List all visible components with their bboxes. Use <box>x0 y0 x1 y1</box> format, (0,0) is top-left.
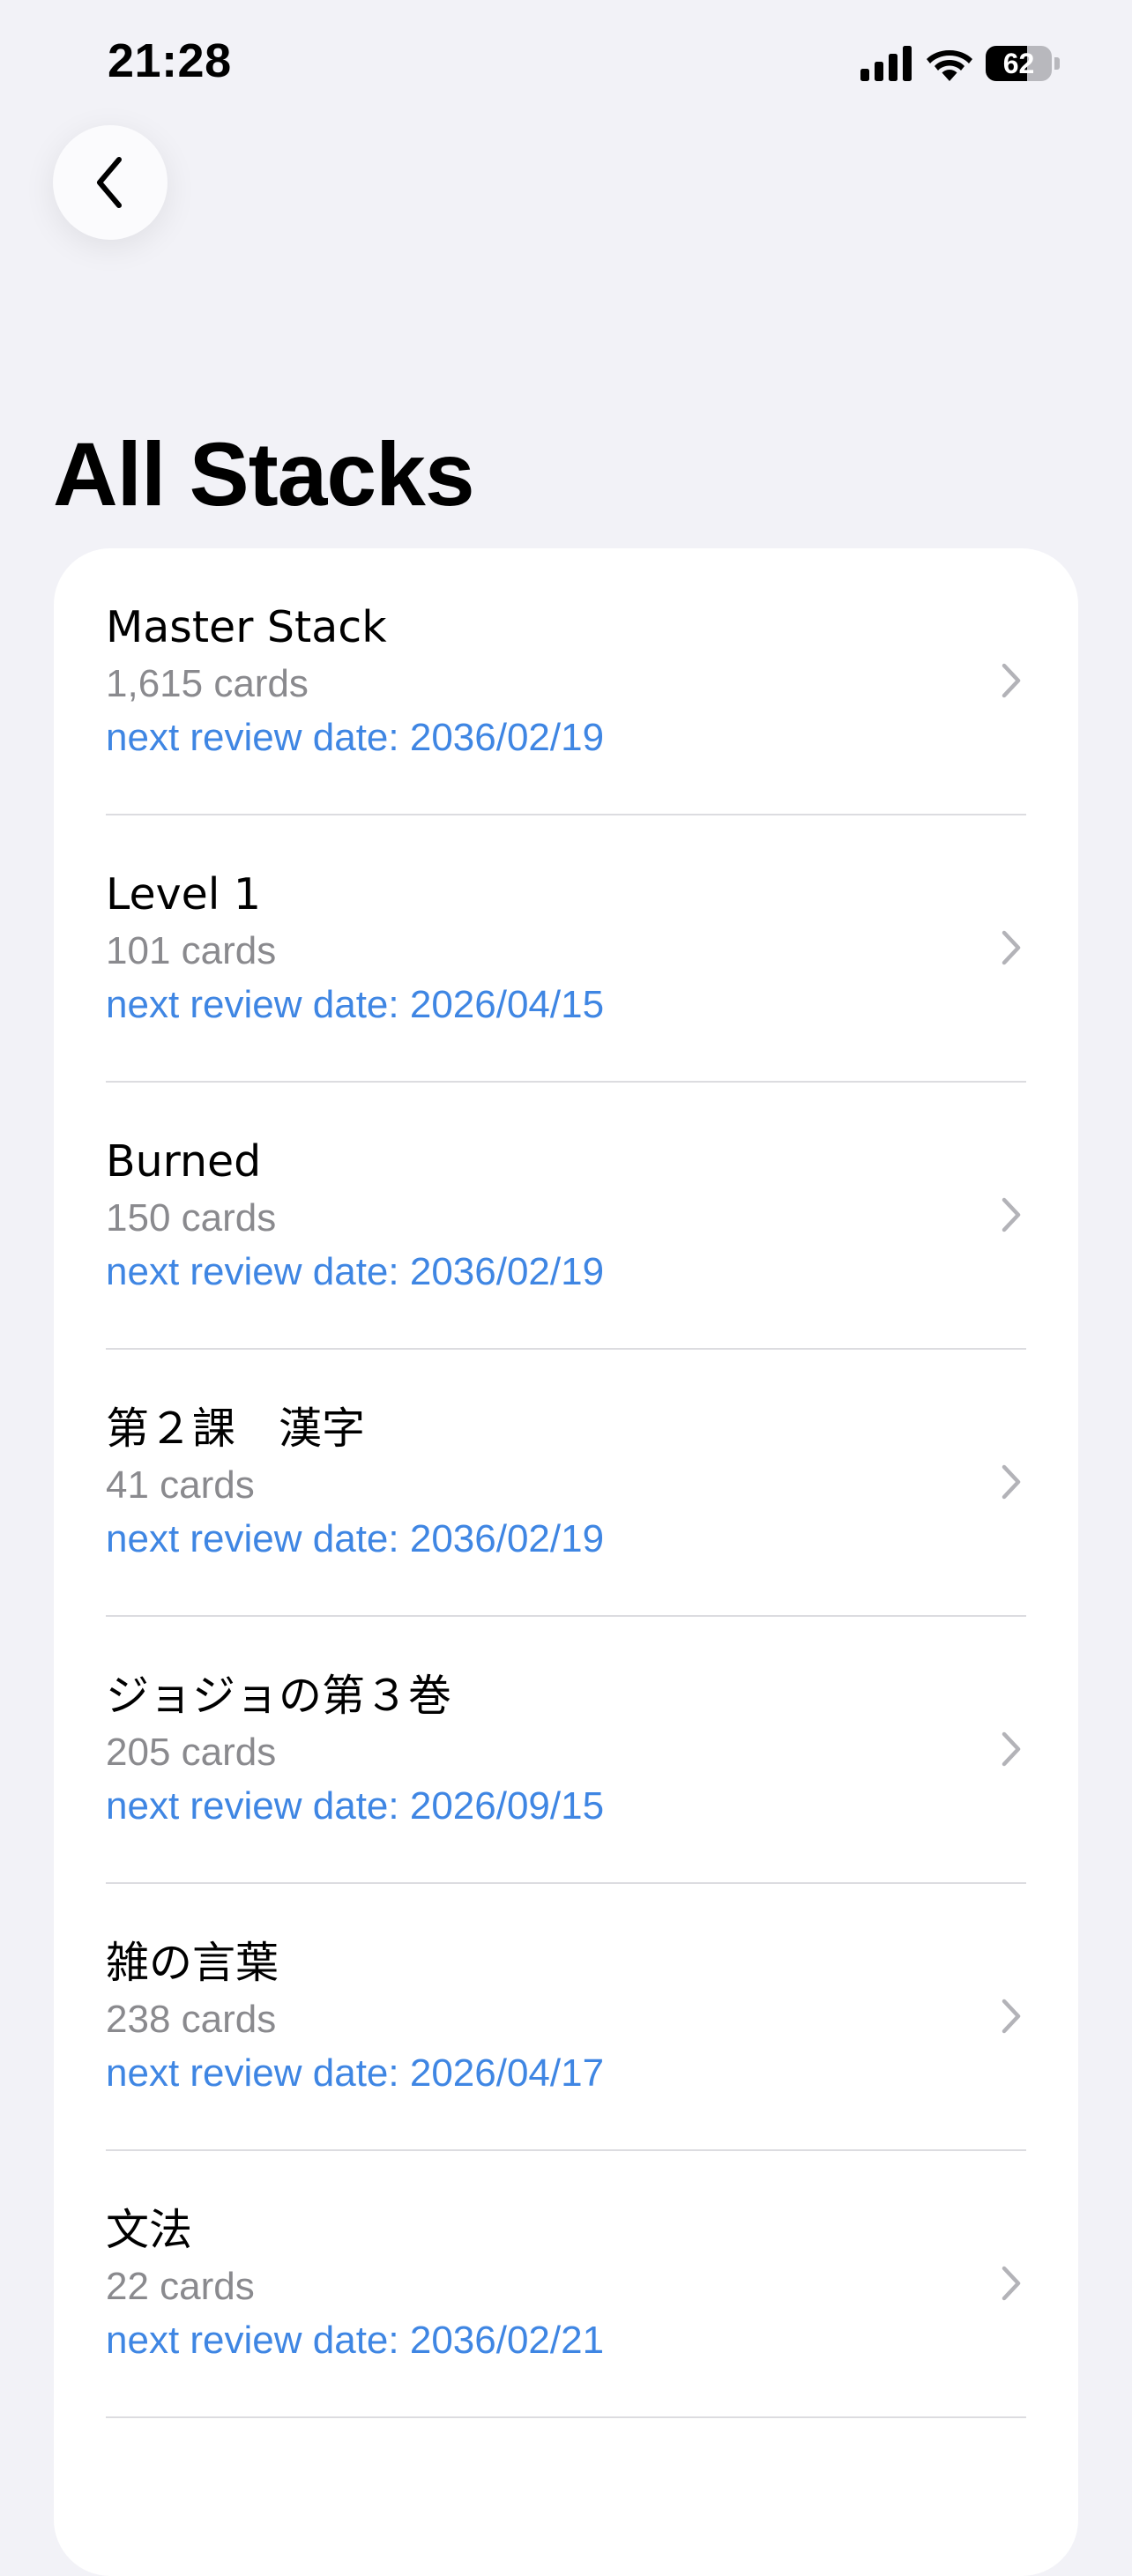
stack-name: ジョジョの第３巻 <box>106 1671 452 1721</box>
chevron-right-icon <box>1002 1731 1021 1767</box>
stack-row[interactable]: Master Stack 1,615 cards next review date:… <box>54 548 1078 815</box>
stack-row[interactable]: Burned 150 cards next review date: 2036/02… <box>54 1083 1078 1350</box>
stack-row[interactable]: 第２課 漢字 41 cards next review date: 2036/02/… <box>54 1350 1078 1617</box>
stack-row[interactable]: ジョジョの第３巻 205 cards next review date: 2026/… <box>54 1617 1078 1884</box>
stack-next-review-date: next review date: 2036/02/19 <box>106 716 605 759</box>
status-bar: 21:28 62 <box>0 0 1132 123</box>
stack-list: Master Stack 1,615 cards next review date:… <box>54 548 1078 2576</box>
stack-row[interactable]: Level 1 101 cards next review date: 2026/0… <box>54 815 1078 1083</box>
stack-name: 雑の言葉 <box>106 1938 279 1988</box>
stack-next-review-date: next review date: 2036/02/19 <box>106 1517 605 1560</box>
status-icons: 62 <box>860 39 1060 88</box>
chevron-right-icon <box>1002 1999 1021 2034</box>
chevron-left-icon <box>97 157 122 208</box>
stack-card-count: 205 cards <box>106 1731 277 1774</box>
stack-next-review-date: next review date: 2026/04/17 <box>106 2051 605 2095</box>
stack-card-count: 1,615 cards <box>106 662 309 705</box>
stack-name: Master Stack <box>106 602 387 652</box>
stack-name: Level 1 <box>106 869 262 919</box>
stack-card-count: 238 cards <box>106 1998 277 2041</box>
stack-next-review-date: next review date: 2026/09/15 <box>106 1784 605 1828</box>
stack-card-count: 101 cards <box>106 929 277 972</box>
status-time: 21:28 <box>108 34 232 87</box>
battery-icon: 62 <box>986 46 1060 81</box>
stack-name: Burned <box>106 1136 262 1187</box>
stack-next-review-date: next review date: 2026/04/15 <box>106 983 605 1026</box>
stack-card-count: 22 cards <box>106 2265 255 2308</box>
stack-name: 文法 <box>106 2205 193 2255</box>
stack-next-review-date: next review date: 2036/02/19 <box>106 1250 605 1293</box>
signal-icon <box>860 46 912 81</box>
page-title: All Stacks <box>53 424 475 525</box>
stack-row[interactable]: 雑の言葉 238 cards next review date: 2026/04/1… <box>54 1884 1078 2151</box>
back-button[interactable] <box>53 125 168 240</box>
battery-body: 62 <box>986 46 1053 81</box>
battery-level: 62 <box>1002 47 1035 79</box>
wifi-icon <box>927 50 972 81</box>
stack-row[interactable]: 文法 22 cards next review date: 2036/02/21 <box>54 2151 1078 2418</box>
chevron-right-icon <box>1002 663 1021 698</box>
chevron-right-icon <box>1002 930 1021 965</box>
chevron-right-icon <box>1002 2266 1021 2301</box>
stack-name: 第２課 漢字 <box>106 1403 366 1454</box>
stack-next-review-date: next review date: 2036/02/21 <box>106 2319 605 2362</box>
stack-card-count: 150 cards <box>106 1196 277 1240</box>
row-divider <box>106 2416 1026 2418</box>
chevron-right-icon <box>1002 1464 1021 1500</box>
stack-card-count: 41 cards <box>106 1463 255 1507</box>
chevron-right-icon <box>1002 1197 1021 1232</box>
battery-nub <box>1054 57 1060 70</box>
